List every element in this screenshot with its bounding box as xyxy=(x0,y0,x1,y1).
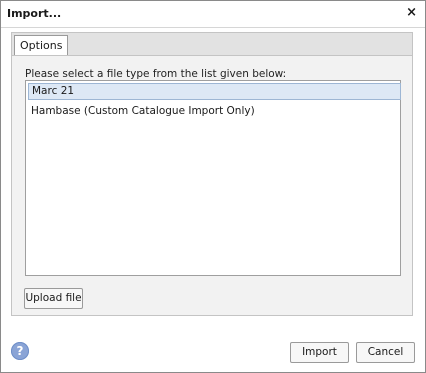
list-item-hambase[interactable]: Hambase (Custom Catalogue Import Only) xyxy=(28,103,399,120)
help-icon[interactable]: ? xyxy=(11,342,29,360)
file-type-list[interactable]: Marc 21 Hambase (Custom Catalogue Import… xyxy=(25,80,401,276)
options-tab-panel: Options Please select a file type from t… xyxy=(11,32,413,316)
cancel-button[interactable]: Cancel xyxy=(356,342,415,363)
title-bar: Import... × xyxy=(1,1,425,28)
file-type-prompt: Please select a file type from the list … xyxy=(25,68,287,80)
dialog-title: Import... xyxy=(7,7,62,20)
list-item-marc21[interactable]: Marc 21 xyxy=(28,83,401,100)
tab-options[interactable]: Options xyxy=(14,35,69,55)
import-dialog: Import... × Options Please select a file… xyxy=(0,0,426,373)
tab-strip: Options xyxy=(12,33,412,56)
upload-file-button[interactable]: Upload file xyxy=(24,288,83,309)
close-icon[interactable]: × xyxy=(406,5,417,21)
import-button[interactable]: Import xyxy=(290,342,349,363)
